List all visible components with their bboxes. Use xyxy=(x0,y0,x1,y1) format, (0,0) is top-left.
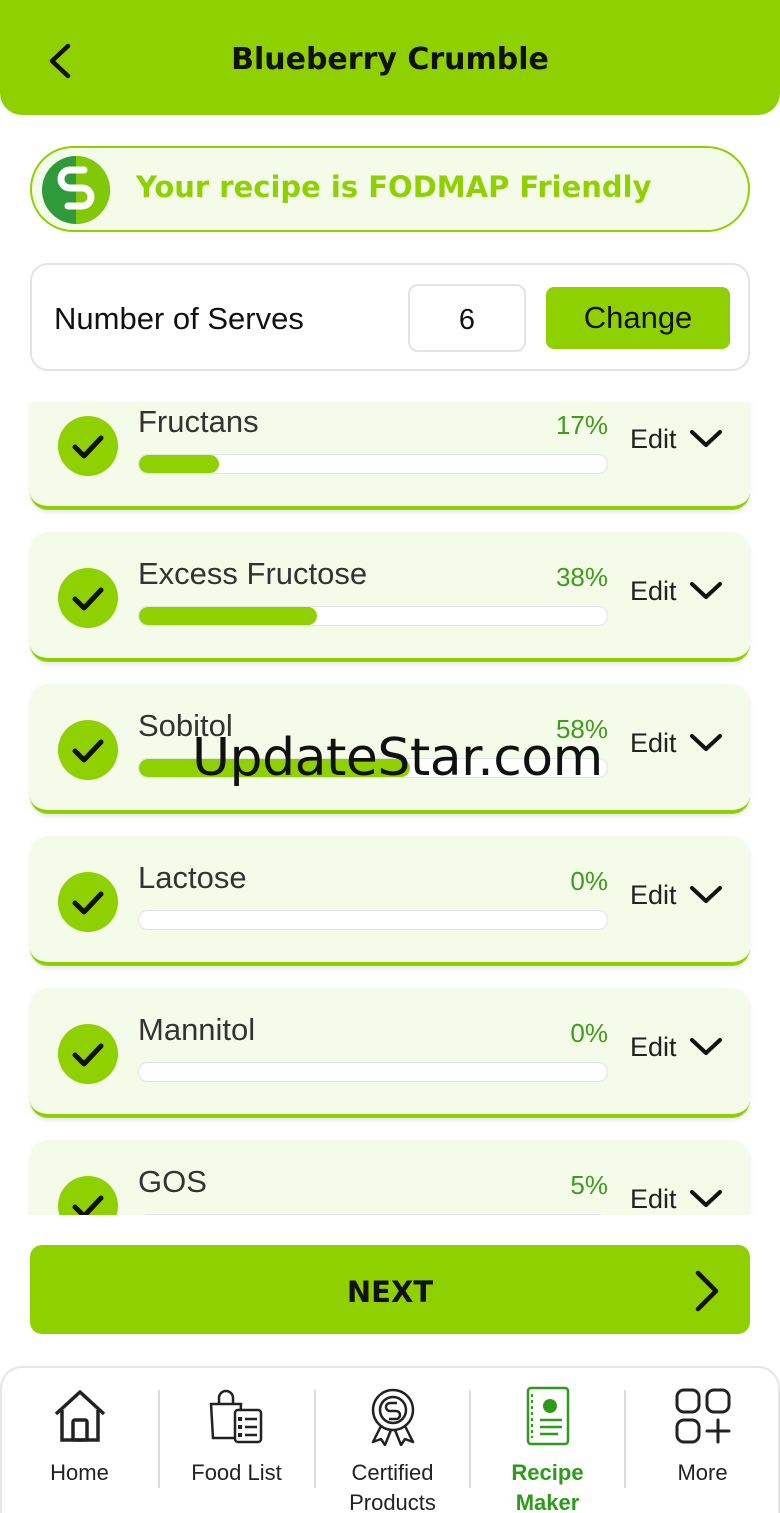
bottom-navigation: Home Food List Certified Products Recipe… xyxy=(0,1366,780,1513)
edit-nutrient-button[interactable]: Edit xyxy=(630,1180,730,1215)
serves-input[interactable]: 6 xyxy=(408,284,526,352)
nutrient-card: Fructans 17% Edit xyxy=(30,402,750,510)
nav-label-more: More xyxy=(677,1460,728,1485)
chevron-down-icon xyxy=(690,582,722,599)
nutrient-progress-bar xyxy=(138,606,608,626)
next-button[interactable]: NEXT xyxy=(30,1245,750,1334)
check-circle-icon xyxy=(58,416,118,476)
edit-nutrient-button[interactable]: Edit xyxy=(630,420,730,460)
chevron-down-icon xyxy=(690,1190,722,1207)
nutrient-list[interactable]: Fructans 17% Edit Excess Fructose 38% Edit Sob… xyxy=(0,402,780,1215)
fodmap-status-text: Your recipe is FODMAP Friendly xyxy=(136,170,652,204)
chevron-down-icon xyxy=(690,1038,722,1055)
nutrient-progress-fill xyxy=(139,759,411,777)
check-circle-icon xyxy=(58,1024,118,1084)
nutrient-name: Excess Fructose xyxy=(138,556,368,591)
chevron-down-icon xyxy=(690,734,722,751)
chevron-down-icon xyxy=(690,430,722,447)
nutrient-progress-bar xyxy=(138,910,608,930)
nutrient-card: Excess Fructose 38% Edit xyxy=(30,532,750,662)
fodmap-status-banner: Your recipe is FODMAP Friendly xyxy=(30,146,750,232)
edit-nutrient-button[interactable]: Edit xyxy=(630,572,730,612)
edit-nutrient-button[interactable]: Edit xyxy=(630,724,730,764)
nutrient-percent: 58% xyxy=(555,714,608,744)
nutrient-name: Sobitol xyxy=(138,708,233,743)
app-header: Blueberry Crumble xyxy=(0,0,780,115)
nutrient-percent: 0% xyxy=(570,866,608,896)
edit-label: Edit xyxy=(630,1032,677,1062)
check-circle-icon xyxy=(58,720,118,780)
nav-item-home[interactable]: Home xyxy=(2,1368,157,1513)
serves-label: Number of Serves xyxy=(54,301,304,336)
nutrient-card: Sobitol 58% Edit xyxy=(30,684,750,814)
nutrient-progress-bar xyxy=(138,758,608,778)
nutrient-name: Lactose xyxy=(138,860,247,895)
nutrient-progress-bar xyxy=(138,454,608,474)
chevron-right-icon xyxy=(695,1270,719,1312)
nutrient-percent: 17% xyxy=(555,410,608,440)
nutrient-card: GOS 5% Edit xyxy=(30,1140,750,1215)
nutrient-name: GOS xyxy=(138,1164,207,1199)
nav-item-certified-products[interactable]: Certified Products xyxy=(315,1368,470,1513)
nutrient-percent: 5% xyxy=(570,1170,608,1200)
nutrient-percent: 0% xyxy=(570,1018,608,1048)
nav-item-more[interactable]: More xyxy=(625,1368,780,1513)
edit-label: Edit xyxy=(630,1184,677,1214)
nutrient-progress-bar xyxy=(138,1214,608,1215)
fodmap-logo-icon xyxy=(42,156,110,224)
edit-nutrient-button[interactable]: Edit xyxy=(630,1028,730,1068)
change-serves-button[interactable]: Change xyxy=(546,287,730,349)
grid-plus-icon xyxy=(675,1388,730,1444)
certified-badge-icon xyxy=(371,1388,414,1446)
serves-panel: Number of Serves 6 Change xyxy=(30,263,750,371)
edit-label: Edit xyxy=(630,424,677,454)
next-button-label: NEXT xyxy=(346,1275,434,1309)
recipe-book-icon xyxy=(526,1386,569,1446)
edit-nutrient-button[interactable]: Edit xyxy=(630,876,730,916)
home-icon xyxy=(54,1390,105,1442)
nutrient-card: Mannitol 0% Edit xyxy=(30,988,750,1118)
nutrient-progress-fill xyxy=(139,607,317,625)
check-circle-icon xyxy=(58,1176,118,1215)
nav-label-home: Home xyxy=(50,1460,109,1485)
edit-label: Edit xyxy=(630,576,677,606)
page-title: Blueberry Crumble xyxy=(231,42,549,77)
nav-item-recipe-maker[interactable]: Recipe Maker xyxy=(470,1368,625,1513)
nav-label-food-list: Food List xyxy=(191,1460,282,1485)
nav-label-recipe-maker: Recipe Maker xyxy=(511,1460,584,1513)
edit-label: Edit xyxy=(630,728,677,758)
chevron-down-icon xyxy=(690,886,722,903)
check-circle-icon xyxy=(58,872,118,932)
food-list-icon xyxy=(209,1389,262,1444)
nav-label-certified-products: Certified Products xyxy=(349,1460,436,1513)
nav-item-food-list[interactable]: Food List xyxy=(159,1368,314,1513)
nutrient-progress-bar xyxy=(138,1062,608,1082)
check-circle-icon xyxy=(58,568,118,628)
nutrient-name: Fructans xyxy=(138,404,259,439)
nutrient-percent: 38% xyxy=(555,562,608,592)
nutrient-card: Lactose 0% Edit xyxy=(30,836,750,966)
nutrient-progress-fill xyxy=(139,455,219,473)
nutrient-name: Mannitol xyxy=(138,1012,256,1047)
edit-label: Edit xyxy=(630,880,677,910)
